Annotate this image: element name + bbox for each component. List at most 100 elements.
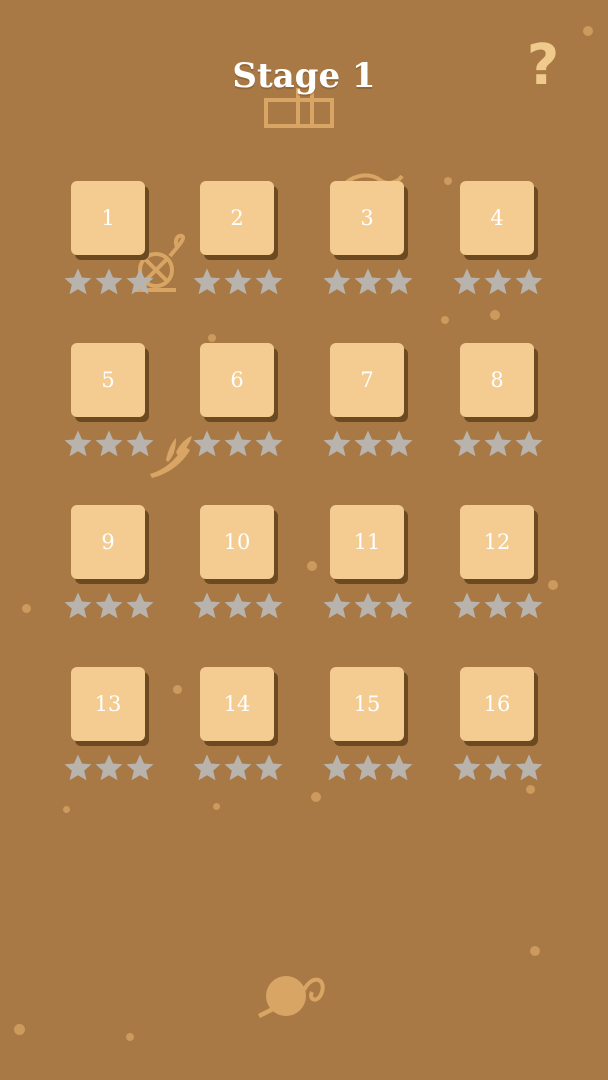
level-button[interactable]: 10	[200, 505, 274, 579]
level-button[interactable]: 6	[200, 343, 274, 417]
star-rating	[452, 267, 544, 297]
star-rating	[322, 753, 414, 783]
decor-dot	[14, 1024, 25, 1035]
star-rating	[322, 429, 414, 459]
star-empty-icon	[353, 429, 383, 459]
level-16[interactable]: 16	[453, 667, 550, 797]
level-8[interactable]: 8	[453, 343, 550, 473]
level-3[interactable]: 3	[323, 181, 420, 311]
level-button[interactable]: 4	[460, 181, 534, 255]
level-6[interactable]: 6	[193, 343, 290, 473]
star-empty-icon	[192, 429, 222, 459]
star-empty-icon	[223, 591, 253, 621]
level-11[interactable]: 11	[323, 505, 420, 635]
level-button[interactable]: 16	[460, 667, 534, 741]
level-button[interactable]: 5	[71, 343, 145, 417]
star-empty-icon	[514, 753, 544, 783]
star-empty-icon	[254, 753, 284, 783]
star-empty-icon	[384, 267, 414, 297]
decor-dot	[63, 806, 70, 813]
level-9[interactable]: 9	[64, 505, 161, 635]
star-empty-icon	[63, 753, 93, 783]
star-empty-icon	[483, 267, 513, 297]
star-empty-icon	[223, 429, 253, 459]
level-1[interactable]: 1	[64, 181, 161, 311]
star-empty-icon	[192, 267, 222, 297]
decor-dot	[530, 946, 540, 956]
help-button[interactable]: ?	[518, 36, 568, 96]
level-button[interactable]: 12	[460, 505, 534, 579]
decor-dot	[583, 26, 593, 36]
star-empty-icon	[514, 429, 544, 459]
star-empty-icon	[514, 267, 544, 297]
star-empty-icon	[94, 429, 124, 459]
decor-dot	[126, 1033, 134, 1041]
level-button[interactable]: 15	[330, 667, 404, 741]
star-empty-icon	[322, 591, 352, 621]
level-button[interactable]: 3	[330, 181, 404, 255]
level-13[interactable]: 13	[64, 667, 161, 797]
star-empty-icon	[94, 753, 124, 783]
decor-dot	[213, 803, 220, 810]
decor-dot	[208, 334, 216, 342]
decor-dot	[307, 561, 317, 571]
level-12[interactable]: 12	[453, 505, 550, 635]
star-empty-icon	[483, 429, 513, 459]
star-rating	[192, 429, 284, 459]
level-4[interactable]: 4	[453, 181, 550, 311]
star-rating	[63, 753, 155, 783]
stage-title: Stage 1	[232, 56, 376, 96]
star-empty-icon	[254, 591, 284, 621]
star-empty-icon	[192, 591, 222, 621]
star-rating	[452, 591, 544, 621]
decor-dot	[444, 177, 452, 185]
decor-dot	[311, 792, 321, 802]
level-button[interactable]: 11	[330, 505, 404, 579]
level-button[interactable]: 9	[71, 505, 145, 579]
level-button[interactable]: 1	[71, 181, 145, 255]
level-button[interactable]: 8	[460, 343, 534, 417]
level-7[interactable]: 7	[323, 343, 420, 473]
star-empty-icon	[483, 591, 513, 621]
star-rating	[63, 429, 155, 459]
level-10[interactable]: 10	[193, 505, 290, 635]
star-empty-icon	[125, 267, 155, 297]
star-rating	[63, 591, 155, 621]
star-empty-icon	[452, 591, 482, 621]
star-empty-icon	[452, 429, 482, 459]
level-button[interactable]: 2	[200, 181, 274, 255]
decor-dot	[490, 310, 500, 320]
star-empty-icon	[223, 753, 253, 783]
star-empty-icon	[254, 267, 284, 297]
star-empty-icon	[125, 591, 155, 621]
star-rating	[192, 591, 284, 621]
star-empty-icon	[514, 591, 544, 621]
decor-dot	[441, 316, 449, 324]
level-15[interactable]: 15	[323, 667, 420, 797]
star-rating	[192, 267, 284, 297]
star-empty-icon	[322, 267, 352, 297]
star-empty-icon	[192, 753, 222, 783]
star-empty-icon	[322, 753, 352, 783]
star-rating	[322, 267, 414, 297]
decor-dot	[22, 604, 31, 613]
level-button[interactable]: 7	[330, 343, 404, 417]
level-5[interactable]: 5	[64, 343, 161, 473]
star-empty-icon	[384, 753, 414, 783]
star-empty-icon	[353, 591, 383, 621]
star-empty-icon	[353, 267, 383, 297]
star-empty-icon	[125, 429, 155, 459]
level-button[interactable]: 13	[71, 667, 145, 741]
star-rating	[452, 753, 544, 783]
star-empty-icon	[452, 753, 482, 783]
star-empty-icon	[384, 429, 414, 459]
star-empty-icon	[223, 267, 253, 297]
level-14[interactable]: 14	[193, 667, 290, 797]
star-empty-icon	[63, 591, 93, 621]
level-button[interactable]: 14	[200, 667, 274, 741]
level-2[interactable]: 2	[193, 181, 290, 311]
star-rating	[192, 753, 284, 783]
star-empty-icon	[384, 591, 414, 621]
star-rating	[63, 267, 155, 297]
star-empty-icon	[353, 753, 383, 783]
